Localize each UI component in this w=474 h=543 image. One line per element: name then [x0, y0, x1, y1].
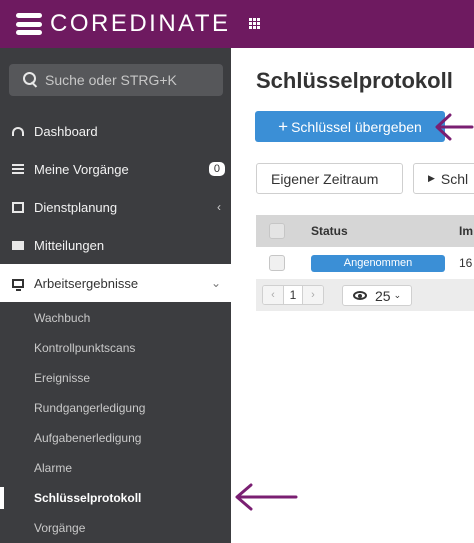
search-input[interactable] — [45, 72, 215, 88]
subitem-kontrollpunktscans[interactable]: Kontrollpunktscans — [0, 333, 231, 363]
subitem-rundgangerledigung[interactable]: Rundgangerledigung — [0, 393, 231, 423]
next-page-button[interactable]: › — [303, 286, 323, 304]
envelope-icon — [12, 239, 24, 251]
table-footer: ‹ 1 › 25 ⌄ — [256, 279, 474, 311]
table-row[interactable]: Angenommen 16 — [256, 248, 474, 278]
hand-over-key-button[interactable]: + Schlüssel übergeben — [255, 111, 445, 142]
key-filter-label: Schl — [440, 170, 469, 187]
status-badge: Angenommen — [311, 254, 445, 272]
sidebar-item-label: Arbeitsergebnisse — [34, 275, 139, 291]
pagination: ‹ 1 › — [262, 285, 324, 305]
sidebar-item-dienstplanung[interactable]: Dienstplanung ‹ — [0, 188, 231, 226]
top-bar — [231, 0, 474, 48]
apps-grid-icon[interactable] — [249, 18, 260, 29]
table-header: Status Im — [256, 215, 474, 247]
subitem-schluesselprotokoll[interactable]: Schlüsselprotokoll — [0, 483, 231, 513]
previous-page-button[interactable]: ‹ — [263, 286, 283, 304]
table-cell: 16 — [459, 256, 473, 270]
chevron-left-icon: ‹ — [217, 200, 221, 214]
hand-over-key-label: Schlüssel übergeben — [291, 118, 422, 135]
rows-per-page-select[interactable]: 25 ⌄ — [342, 285, 412, 306]
sidebar-item-label: Dienstplanung — [34, 199, 118, 215]
select-all-checkbox[interactable] — [269, 223, 285, 239]
sidebar: COREDINATE Dashboard Meine Vorgänge 0 Di… — [0, 0, 231, 543]
column-header-im[interactable]: Im — [459, 224, 473, 238]
sidebar-item-label: Meine Vorgänge — [34, 161, 129, 177]
subitem-alarme[interactable]: Alarme — [0, 453, 231, 483]
annotation-arrow-menu — [235, 483, 298, 511]
brand-name: COREDINATE — [50, 10, 231, 37]
count-badge: 0 — [208, 162, 225, 176]
sidebar-item-meine-vorgaenge[interactable]: Meine Vorgänge 0 — [0, 150, 231, 188]
calendar-icon — [12, 201, 24, 213]
coredinate-logo-icon — [16, 13, 42, 35]
annotation-arrow-button — [435, 113, 474, 141]
row-checkbox[interactable] — [269, 255, 285, 271]
sidebar-item-arbeitsergebnisse[interactable]: Arbeitsergebnisse ⌄ — [0, 264, 231, 302]
caret-right-icon: ▶ — [428, 173, 435, 183]
search-box[interactable] — [9, 64, 223, 96]
brand-header[interactable]: COREDINATE — [0, 0, 231, 48]
sidebar-item-mitteilungen[interactable]: Mitteilungen — [0, 226, 231, 264]
custom-period-label: Eigener Zeitraum — [271, 170, 379, 187]
sidebar-item-label: Mitteilungen — [34, 237, 105, 253]
list-icon — [12, 163, 24, 175]
subitem-wachbuch[interactable]: Wachbuch — [0, 303, 231, 333]
sidebar-item-label: Dashboard — [34, 123, 98, 139]
chevron-down-icon: ⌄ — [393, 290, 402, 300]
page-title: Schlüsselprotokoll — [256, 68, 453, 93]
custom-period-button[interactable]: Eigener Zeitraum — [256, 163, 403, 194]
subitem-aufgabenerledigung[interactable]: Aufgabenerledigung — [0, 423, 231, 453]
eye-icon — [353, 291, 367, 300]
chevron-down-icon: ⌄ — [210, 276, 221, 290]
rows-per-page-value: 25 — [375, 287, 391, 304]
column-header-status[interactable]: Status — [311, 224, 348, 238]
current-page[interactable]: 1 — [283, 286, 303, 304]
subitem-vorgaenge[interactable]: Vorgänge — [0, 513, 231, 543]
subitem-ereignisse[interactable]: Ereignisse — [0, 363, 231, 393]
desktop-icon — [12, 277, 24, 291]
dashboard-icon — [12, 125, 24, 137]
sidebar-item-dashboard[interactable]: Dashboard — [0, 112, 231, 150]
key-filter-button[interactable]: ▶ Schl — [413, 163, 474, 194]
plus-icon: + — [278, 117, 289, 136]
search-icon — [23, 72, 39, 88]
